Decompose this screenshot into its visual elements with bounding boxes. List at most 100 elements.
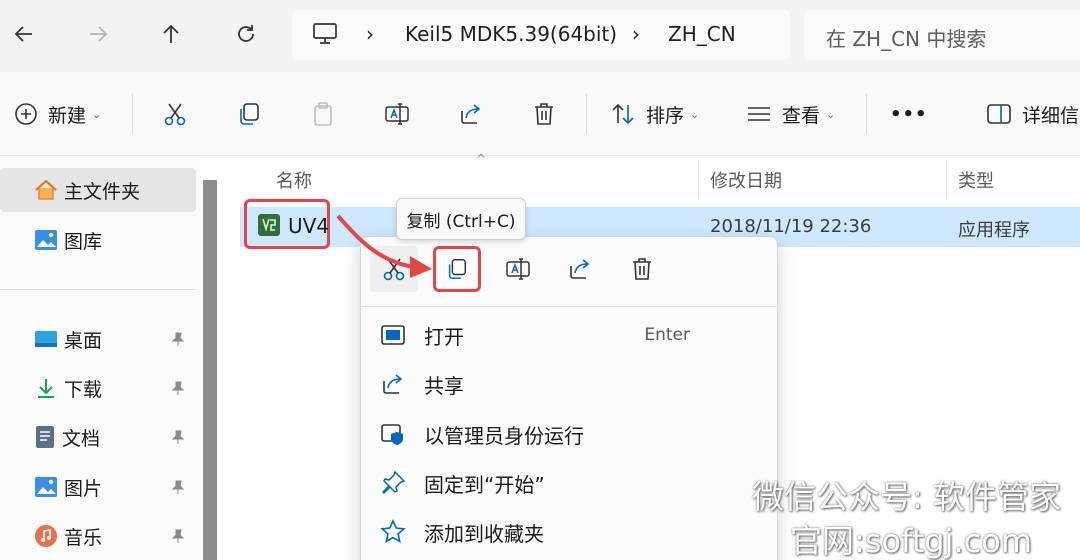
- sidebar-item-pictures[interactable]: 图片: [0, 465, 196, 509]
- rename-icon: [385, 103, 409, 125]
- sort-icon: [612, 103, 634, 125]
- breadcrumb-item[interactable]: Keil5 MDK5.39(64bit): [405, 22, 617, 46]
- pin-icon[interactable]: [170, 528, 186, 544]
- paste-button[interactable]: [310, 96, 336, 132]
- share-icon: [461, 104, 481, 124]
- watermark-line2: 官网:softgj.com: [790, 522, 1033, 560]
- view-label: 查看: [782, 104, 821, 127]
- arrow-left-icon: [14, 26, 32, 42]
- forward-button[interactable]: [80, 16, 116, 52]
- sort-button[interactable]: 排序 ⌄: [610, 96, 699, 132]
- app-icon: [258, 214, 280, 236]
- menu-item-pin-start[interactable]: 固定到“开始”: [380, 463, 760, 503]
- file-name[interactable]: UV4: [288, 214, 329, 238]
- sidebar-item-desktop[interactable]: 桌面: [0, 317, 196, 361]
- menu-item-open[interactable]: 打开 Enter: [380, 315, 760, 355]
- search-box[interactable]: 在 ZH_CN 中搜索: [804, 10, 1080, 60]
- arrow-up-icon: [163, 24, 179, 43]
- menu-item-label: 共享: [424, 373, 464, 398]
- context-copy-button[interactable]: [433, 246, 481, 292]
- desktop-icon: [34, 329, 58, 349]
- shortcut-label: Enter: [644, 325, 690, 345]
- pin-icon[interactable]: [170, 380, 186, 396]
- divider: [0, 289, 196, 290]
- sort-label: 排序: [646, 104, 685, 127]
- menu-item-add-favorites[interactable]: 添加到收藏夹: [380, 512, 760, 552]
- context-share-button[interactable]: [556, 246, 604, 292]
- view-lines-icon: [748, 107, 770, 121]
- document-icon: [34, 425, 56, 449]
- details-button[interactable]: 详细信: [986, 96, 1079, 132]
- refresh-icon: [238, 25, 254, 42]
- menu-item-label: 固定到“开始”: [424, 472, 545, 497]
- rename-button[interactable]: [384, 96, 410, 132]
- new-button[interactable]: 新建 ⌄: [14, 96, 101, 132]
- pin-icon[interactable]: [170, 331, 186, 347]
- share-button[interactable]: [458, 96, 484, 132]
- breadcrumb-item[interactable]: ZH_CN: [668, 22, 736, 46]
- refresh-button[interactable]: [228, 16, 264, 52]
- shield-icon: [381, 424, 403, 445]
- star-icon: [380, 519, 406, 544]
- share-icon: [383, 374, 403, 394]
- share-icon: [570, 259, 590, 279]
- chevron-right-icon: ›: [366, 22, 374, 46]
- sort-indicator-icon: ^: [476, 152, 487, 166]
- sidebar-item-music[interactable]: 音乐: [0, 514, 196, 558]
- music-icon: [34, 524, 58, 548]
- sidebar-item-home[interactable]: 主文件夹: [0, 168, 196, 212]
- trash-icon: [535, 103, 553, 125]
- sidebar-item-documents[interactable]: 文档: [0, 415, 196, 459]
- arrow-right-icon: [90, 26, 108, 42]
- sidebar-item-gallery[interactable]: 图库: [0, 218, 196, 262]
- rename-icon: [506, 258, 530, 280]
- sidebar-item-label: 图片: [64, 477, 103, 500]
- back-button[interactable]: [6, 16, 42, 52]
- menu-item-label: 以管理员身份运行: [424, 423, 584, 448]
- column-header-type[interactable]: 类型: [958, 167, 994, 193]
- sidebar-item-label: 桌面: [64, 329, 103, 352]
- sidebar-item-label: 主文件夹: [64, 180, 141, 203]
- column-header-modified[interactable]: 修改日期: [710, 167, 782, 193]
- pin-icon[interactable]: [170, 429, 186, 445]
- search-placeholder: 在 ZH_CN 中搜索: [826, 27, 987, 51]
- delete-button[interactable]: [531, 96, 557, 132]
- context-rename-button[interactable]: [494, 246, 542, 292]
- monitor-icon: [312, 22, 338, 46]
- chevron-right-icon: ›: [632, 22, 640, 46]
- copy-button[interactable]: [236, 96, 262, 132]
- menu-item-run-as-admin[interactable]: 以管理员身份运行: [380, 414, 760, 454]
- more-icon: •••: [890, 103, 928, 125]
- sidebar-item-label: 下载: [64, 378, 103, 401]
- view-button[interactable]: 查看 ⌄: [746, 96, 835, 132]
- copy-icon: [448, 259, 467, 279]
- sidebar-item-label: 文档: [62, 427, 101, 450]
- pin-icon: [381, 470, 406, 495]
- sidebar-item-downloads[interactable]: 下载: [0, 366, 196, 410]
- menu-item-share[interactable]: 共享: [380, 364, 760, 404]
- sidebar-item-label: 图库: [64, 230, 103, 253]
- chevron-down-icon: ⌄: [92, 107, 102, 121]
- trash-icon: [633, 258, 651, 280]
- menu-item-label: 打开: [424, 324, 464, 349]
- up-button[interactable]: [153, 16, 189, 52]
- sidebar-item-label: 音乐: [64, 526, 103, 549]
- scrollbar[interactable]: [203, 180, 217, 560]
- context-delete-button[interactable]: [618, 246, 666, 292]
- clipboard-icon: [314, 102, 332, 126]
- download-icon: [34, 377, 58, 399]
- gallery-icon: [34, 229, 58, 251]
- file-type: 应用程序: [958, 220, 1030, 241]
- open-window-icon: [381, 325, 405, 345]
- picture-icon: [34, 476, 58, 498]
- more-button[interactable]: •••: [890, 96, 928, 132]
- cut-button[interactable]: [162, 96, 188, 132]
- scissors-icon: [164, 103, 186, 126]
- command-bar: 新建 ⌄ 排序 ⌄ 查看 ⌄ ••• 详细信: [0, 72, 1080, 156]
- pin-icon[interactable]: [170, 479, 186, 495]
- copy-icon: [240, 103, 259, 125]
- column-header-name[interactable]: 名称: [276, 167, 312, 193]
- tooltip: 复制 (Ctrl+C): [396, 198, 526, 240]
- chevron-down-icon: ⌄: [826, 107, 836, 121]
- chevron-down-icon: ⌄: [690, 107, 700, 121]
